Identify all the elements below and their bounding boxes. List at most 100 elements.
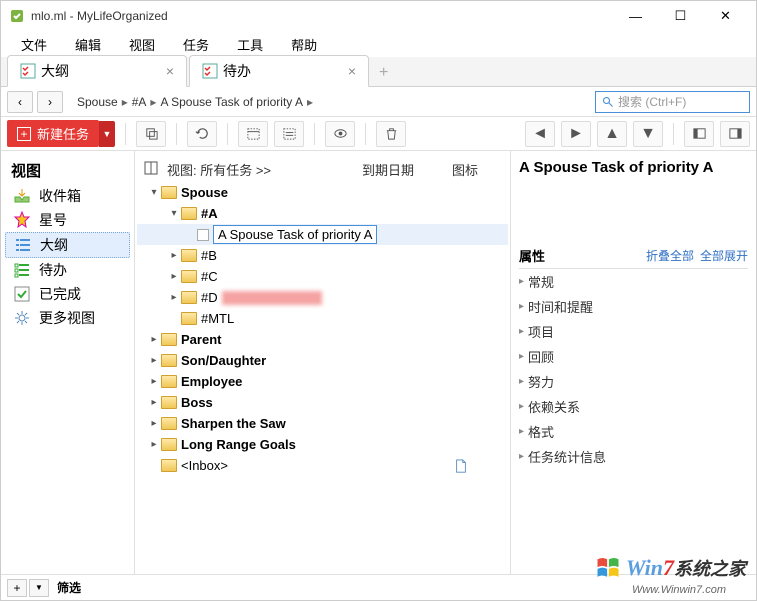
menu-edit[interactable]: 编辑 <box>61 32 115 57</box>
tree: ▾Spouse ▾#A A Spouse Task of priority A … <box>137 182 508 476</box>
tree-row[interactable]: ▸ Sharpen the Saw <box>137 413 508 434</box>
column-title[interactable]: 视图: 所有任务 >> <box>167 160 362 179</box>
sidebar-item-outline[interactable]: 大纲 <box>5 232 130 258</box>
prop-row[interactable]: ▸ 格式 <box>519 419 748 444</box>
tab-outline[interactable]: 大纲 × <box>7 55 187 87</box>
chevron-right-icon[interactable]: ▸ <box>147 397 161 408</box>
tree-row[interactable]: A Spouse Task of priority A <box>137 224 508 245</box>
menu-view[interactable]: 视图 <box>115 32 169 57</box>
column-icon[interactable]: 图标 <box>452 160 502 179</box>
prop-row[interactable]: ▸依赖关系 <box>519 394 748 419</box>
task-list: 视图: 所有任务 >> 到期日期 图标 ▾Spouse ▾#A A Spouse… <box>135 151 511 574</box>
new-task-button[interactable]: + 新建任务 <box>7 120 99 147</box>
menu-help[interactable]: 帮助 <box>277 32 331 57</box>
tab-add-button[interactable]: + <box>371 60 396 86</box>
chevron-down-icon[interactable]: ▾ <box>147 187 161 198</box>
gear-icon <box>13 309 31 327</box>
prop-label: 格式 <box>528 422 554 441</box>
sidebar-item-label: 大纲 <box>40 235 68 255</box>
column-due[interactable]: 到期日期 <box>362 160 452 179</box>
folder-icon <box>181 249 197 262</box>
footer-dropdown-button[interactable]: ▼ <box>29 579 49 597</box>
chevron-right-icon[interactable]: ▸ <box>167 292 181 303</box>
chevron-right-icon[interactable]: ▸ <box>147 334 161 345</box>
tree-row[interactable]: ▸#C <box>137 266 508 287</box>
date-button[interactable] <box>238 121 268 147</box>
sidebar-item-star[interactable]: 星号 <box>5 208 130 232</box>
breadcrumb-item[interactable]: #A <box>132 95 147 109</box>
breadcrumb: Spouse ▸ #A ▸ A Spouse Task of priority … <box>77 95 313 109</box>
prop-row[interactable]: ▸项目 <box>519 319 748 344</box>
refresh-button[interactable] <box>187 121 217 147</box>
tree-row[interactable]: ▸Employee <box>137 371 508 392</box>
navbar: ‹ › Spouse ▸ #A ▸ A Spouse Task of prior… <box>1 87 756 117</box>
chevron-right-icon[interactable]: ▸ <box>147 418 161 429</box>
footer-add-button[interactable]: + <box>7 579 27 597</box>
sidebar-item-inbox[interactable]: 收件箱 <box>5 184 130 208</box>
list-button[interactable] <box>274 121 304 147</box>
tree-row[interactable]: ▸Son/Daughter <box>137 350 508 371</box>
delete-button[interactable] <box>376 121 406 147</box>
search-input[interactable]: 搜索 (Ctrl+F) <box>595 91 750 113</box>
sidebar-item-completed[interactable]: 已完成 <box>5 282 130 306</box>
chevron-right-icon[interactable]: ▸ <box>147 439 161 450</box>
menu-tools[interactable]: 工具 <box>223 32 277 57</box>
chevron-right-icon: ▸ <box>519 426 524 437</box>
tree-row[interactable]: ▾#A <box>137 203 508 224</box>
tree-row[interactable]: ▸#B <box>137 245 508 266</box>
prop-row[interactable]: ▸任务统计信息 <box>519 444 748 469</box>
tab-close-icon[interactable]: × <box>166 63 174 79</box>
close-button[interactable]: ✕ <box>703 2 748 30</box>
prop-row[interactable]: ▸时间和提醒 <box>519 294 748 319</box>
sidebar-item-more[interactable]: 更多视图 <box>5 306 130 330</box>
new-task-dropdown[interactable]: ▼ <box>99 121 115 147</box>
tree-row[interactable]: ▾ Spouse <box>137 182 508 203</box>
copy-icon <box>144 126 159 141</box>
menu-tasks[interactable]: 任务 <box>169 32 223 57</box>
eye-button[interactable] <box>325 121 355 147</box>
arrow-right-button[interactable]: ► <box>561 121 591 147</box>
chevron-right-icon[interactable]: ▸ <box>167 271 181 282</box>
watermark-url: Www.Winwin7.com <box>632 584 726 596</box>
maximize-button[interactable]: ☐ <box>658 2 703 30</box>
prop-row[interactable]: ▸常规 <box>519 269 748 294</box>
minimize-button[interactable]: — <box>613 2 658 30</box>
layout-right-button[interactable] <box>720 121 750 147</box>
menu-file[interactable]: 文件 <box>7 32 61 57</box>
tree-row[interactable]: ▸Parent <box>137 329 508 350</box>
copy-button[interactable] <box>136 121 166 147</box>
prop-row[interactable]: ▸回顾 <box>519 344 748 369</box>
nav-back-button[interactable]: ‹ <box>7 91 33 113</box>
sidebar-item-label: 星号 <box>39 210 67 230</box>
tab-close-icon[interactable]: × <box>348 63 356 79</box>
task-edit-box[interactable]: A Spouse Task of priority A <box>213 225 377 244</box>
nav-forward-button[interactable]: › <box>37 91 63 113</box>
arrow-down-button[interactable]: ▼ <box>633 121 663 147</box>
layout-left-button[interactable] <box>684 121 714 147</box>
breadcrumb-item[interactable]: A Spouse Task of priority A <box>160 95 303 109</box>
tab-todo[interactable]: 待办 × <box>189 55 369 87</box>
chevron-down-icon[interactable]: ▾ <box>167 208 181 219</box>
chevron-right-icon[interactable]: ▸ <box>167 250 181 261</box>
tree-label: Sharpen the Saw <box>181 416 286 431</box>
expand-all-link[interactable]: 全部展开 <box>700 247 748 264</box>
collapse-all-link[interactable]: 折叠全部 <box>646 247 694 264</box>
tree-row[interactable]: ▸Boss <box>137 392 508 413</box>
tree-row[interactable]: ▸#D <box>137 287 508 308</box>
trash-icon <box>384 126 399 141</box>
folder-icon <box>181 312 197 325</box>
prop-row[interactable]: ▸努力 <box>519 369 748 394</box>
sidebar-item-todo[interactable]: 待办 <box>5 258 130 282</box>
tree-row[interactable]: #MTL <box>137 308 508 329</box>
tree-label: Spouse <box>181 185 228 200</box>
arrow-left-button[interactable]: ◄ <box>525 121 555 147</box>
tree-row[interactable]: ▸Long Range Goals <box>137 434 508 455</box>
search-icon <box>602 96 614 108</box>
tree-row[interactable]: <Inbox> <box>137 455 508 476</box>
chevron-right-icon[interactable]: ▸ <box>147 376 161 387</box>
checkbox[interactable] <box>197 229 209 241</box>
columns-icon[interactable] <box>143 160 159 176</box>
chevron-right-icon[interactable]: ▸ <box>147 355 161 366</box>
arrow-up-button[interactable]: ▲ <box>597 121 627 147</box>
breadcrumb-item[interactable]: Spouse <box>77 95 118 109</box>
